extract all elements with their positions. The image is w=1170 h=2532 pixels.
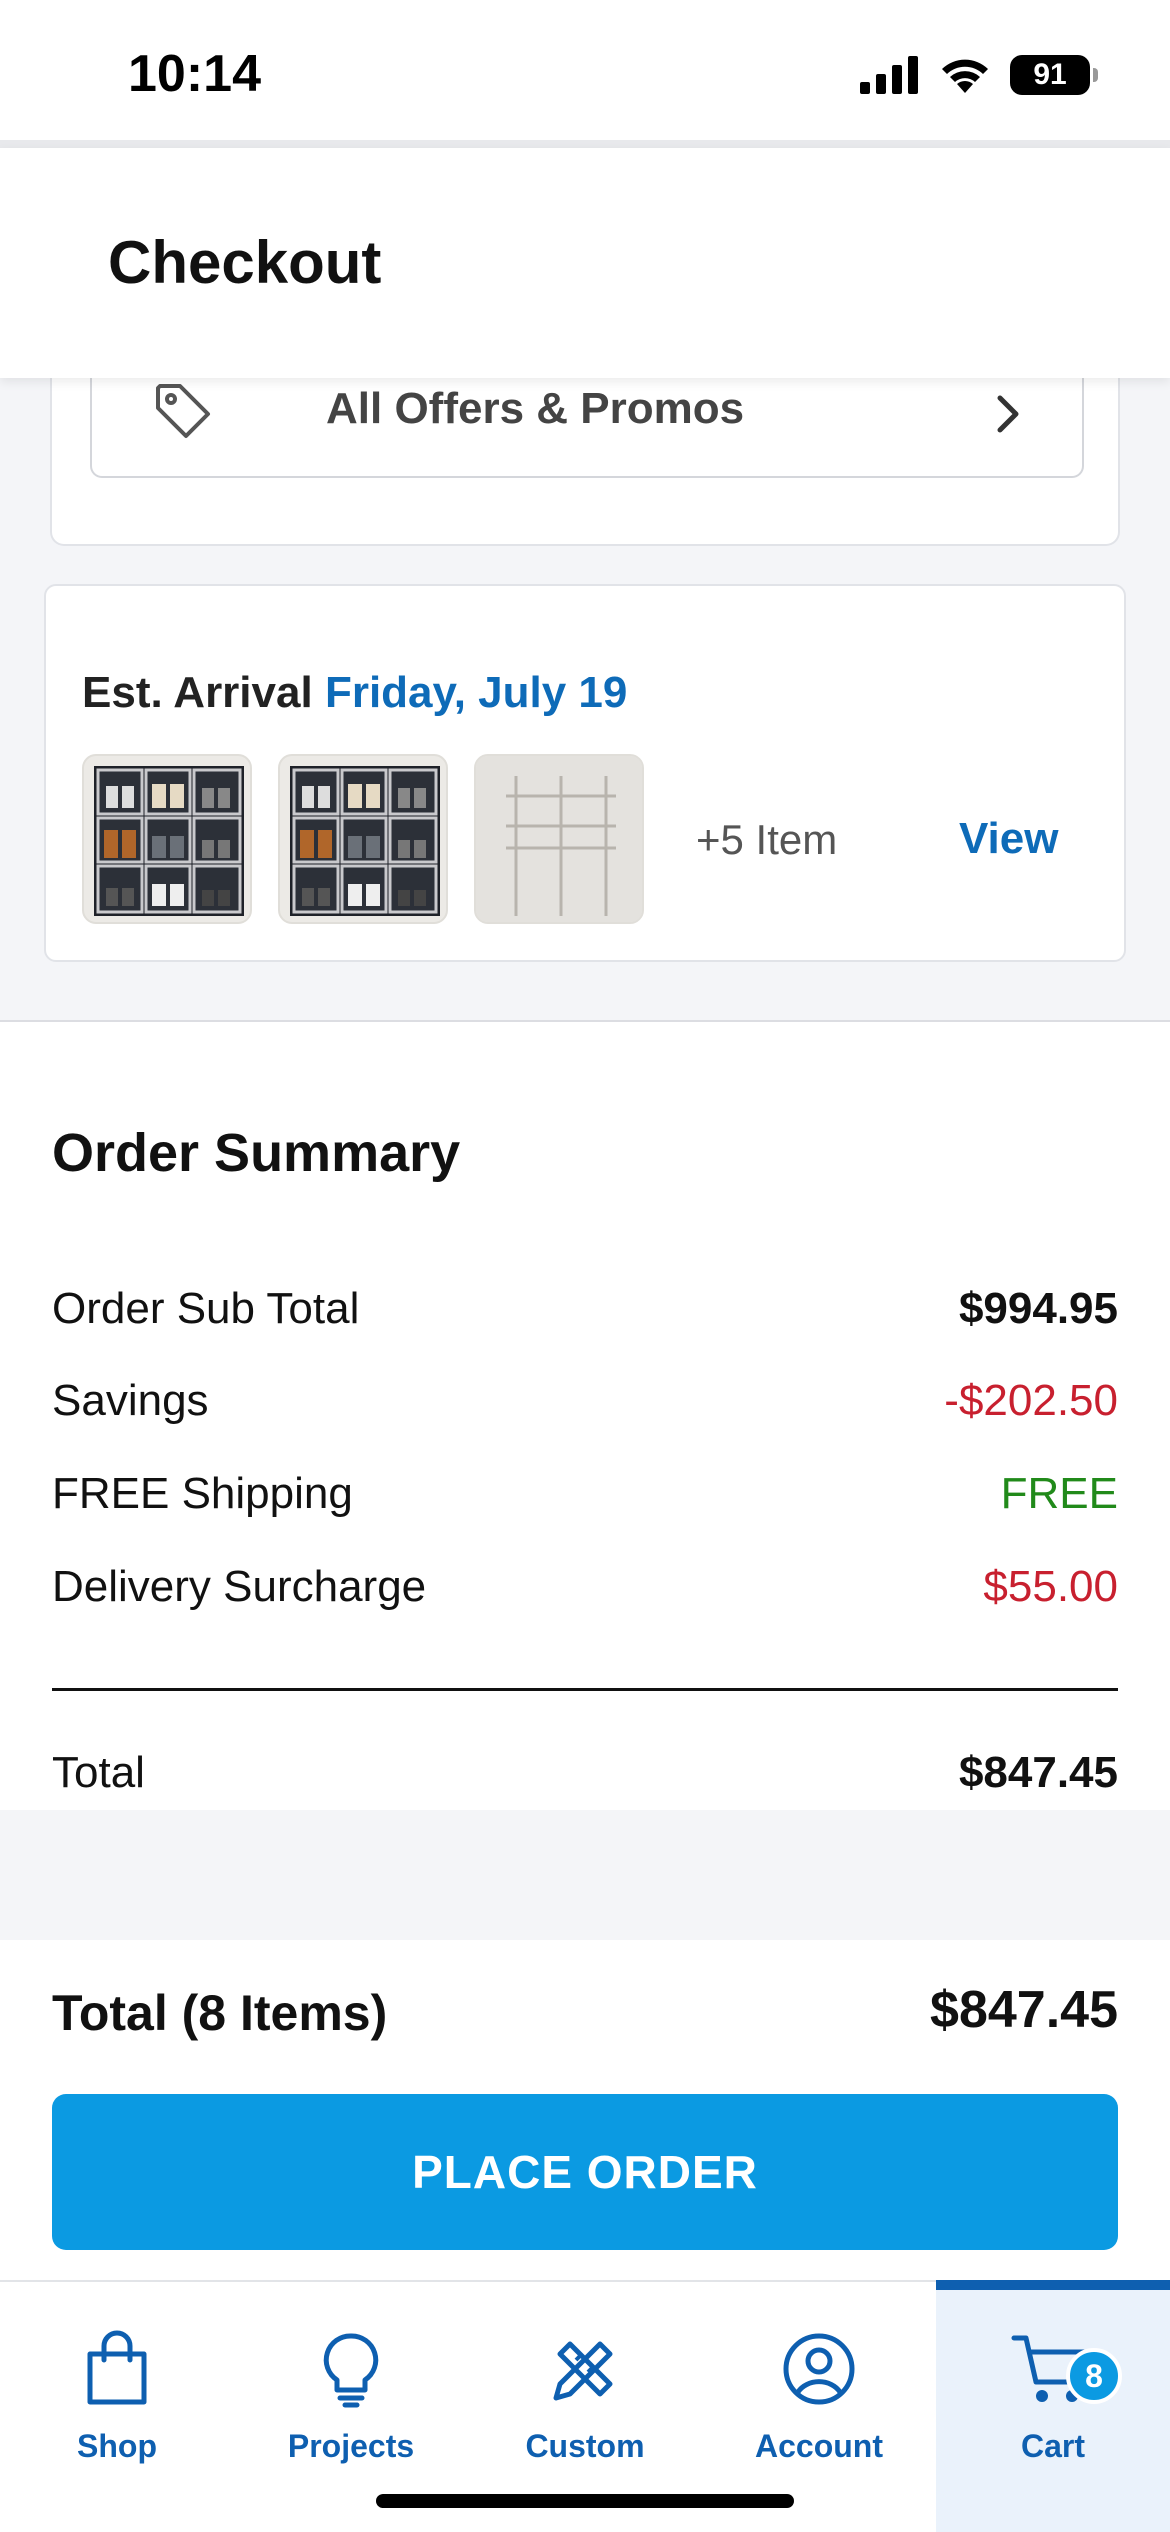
summary-row-value: -$202.50: [944, 1376, 1118, 1425]
pencil-ruler-icon: [553, 2341, 613, 2401]
tab-label: Projects: [287, 2428, 415, 2464]
item-thumbnail[interactable]: [278, 754, 448, 924]
tab-label: Shop: [77, 2428, 157, 2464]
cellular-signal-icon: [860, 56, 918, 94]
summary-row-total: Total $847.45: [52, 1748, 1118, 1798]
more-items-count: +5 Item: [696, 816, 838, 863]
summary-row-label: FREE Shipping: [52, 1469, 353, 1518]
shoe-cubby-image: [290, 766, 440, 916]
wifi-icon: [942, 59, 988, 93]
summary-row-savings: Savings -$202.50: [52, 1376, 1118, 1426]
summary-row-subtotal: Order Sub Total $994.95: [52, 1284, 1118, 1334]
summary-row-surcharge: Delivery Surcharge $55.00: [52, 1562, 1118, 1612]
summary-title: Order Summary: [52, 1123, 461, 1183]
tab-shop[interactable]: Shop: [0, 2282, 234, 2532]
item-thumbnails: [82, 754, 644, 924]
battery-level: 91: [1033, 58, 1067, 91]
summary-row-value: $994.95: [958, 1284, 1118, 1333]
order-summary: Order Summary Order Sub Total $994.95 Sa…: [0, 1020, 1170, 1810]
checkout-bar: Total (8 Items) $847.45 PLACE ORDER: [0, 1940, 1170, 2280]
summary-total-value: $847.45: [958, 1748, 1118, 1797]
shopping-bag-icon: [87, 2330, 147, 2405]
lightbulb-icon: [323, 2333, 379, 2408]
arrival-title: Est. Arrival Friday, July 19: [82, 668, 627, 718]
section-gap: [0, 1810, 1170, 1940]
arrival-label: Est. Arrival: [82, 668, 313, 717]
arrival-date: Friday, July 19: [324, 668, 628, 717]
item-thumbnail[interactable]: [474, 754, 644, 924]
order-total-value: $847.45: [930, 1981, 1118, 2039]
summary-row-label: Order Sub Total: [52, 1284, 360, 1333]
status-time: 10:14: [128, 45, 261, 103]
place-order-button[interactable]: PLACE ORDER: [52, 2094, 1118, 2250]
home-indicator: [376, 2494, 794, 2508]
view-items-link[interactable]: View: [959, 814, 1058, 864]
tab-label: Account: [755, 2428, 883, 2464]
page-title: Checkout: [108, 229, 382, 296]
tag-icon: [156, 384, 210, 438]
arrival-card: Est. Arrival Friday, July 19 +5 Item Vie…: [44, 584, 1126, 962]
summary-row-value: $55.00: [983, 1562, 1118, 1611]
tab-cart[interactable]: 8 Cart: [936, 2280, 1170, 2532]
tab-label: Custom: [525, 2428, 645, 2464]
status-divider: [0, 140, 1170, 148]
summary-row-label: Savings: [52, 1376, 209, 1425]
cart-count-badge: 8: [1066, 2348, 1122, 2404]
summary-row-label: Delivery Surcharge: [52, 1562, 427, 1611]
order-total-label: Total (8 Items): [52, 1985, 388, 2041]
chevron-right-icon: [997, 395, 1019, 433]
status-icons: 91: [860, 50, 1098, 100]
shelf-unit-image: [476, 756, 642, 922]
summary-total-label: Total: [52, 1748, 145, 1797]
item-thumbnail[interactable]: [82, 754, 252, 924]
summary-row-shipping: FREE Shipping FREE: [52, 1469, 1118, 1519]
user-circle-icon: [783, 2333, 855, 2405]
status-bar: 10:14 91: [0, 0, 1170, 140]
summary-divider: [52, 1688, 1118, 1691]
battery-indicator: 91: [1010, 55, 1098, 95]
summary-row-value: FREE: [1000, 1469, 1118, 1518]
shoe-cubby-image: [94, 766, 244, 916]
tab-label: Cart: [1020, 2428, 1085, 2464]
checkout-header: Checkout: [0, 148, 1170, 378]
offers-label: All Offers & Promos: [326, 384, 745, 433]
